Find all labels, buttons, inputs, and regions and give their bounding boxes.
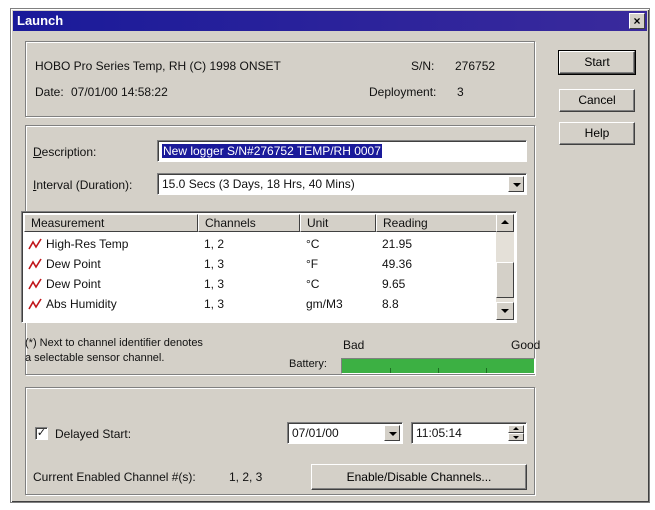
sn-value: 276752 xyxy=(455,59,496,73)
column-channels[interactable]: Channels xyxy=(198,214,300,232)
start-date-value: 07/01/00 xyxy=(292,426,339,440)
scroll-up-icon[interactable] xyxy=(496,214,514,232)
help-button[interactable]: Help xyxy=(559,122,635,145)
interval-select[interactable]: 15.0 Secs (3 Days, 18 Hrs, 40 Mins) xyxy=(157,173,527,195)
date-label: Date: xyxy=(35,85,64,99)
sensor-graph-icon xyxy=(28,278,42,290)
date-value: 07/01/00 14:58:22 xyxy=(71,85,168,99)
logger-model: HOBO Pro Series Temp, RH (C) 1998 ONSET xyxy=(35,59,281,73)
start-time-value: 11:05:14 xyxy=(416,426,462,440)
enabled-channels-value: 1, 2, 3 xyxy=(229,470,263,484)
measurement-channels: 1, 3 xyxy=(204,297,225,311)
enable-disable-channels-label: Enable/Disable Channels... xyxy=(346,470,492,484)
deployment-value: 3 xyxy=(457,85,464,99)
enabled-channels-label: Current Enabled Channel #(s): xyxy=(33,470,196,484)
enable-disable-channels-button[interactable]: Enable/Disable Channels... xyxy=(311,464,527,490)
cancel-button[interactable]: Cancel xyxy=(559,89,635,112)
spin-up-icon[interactable] xyxy=(508,425,524,433)
start-button[interactable]: Start xyxy=(558,50,636,75)
measurement-unit: gm/M3 xyxy=(306,297,343,311)
measurement-reading: 8.8 xyxy=(382,297,399,311)
measurement-channels: 1, 3 xyxy=(204,277,225,291)
measurement-channels: 1, 2 xyxy=(204,237,225,251)
measurement-scrollbar[interactable] xyxy=(496,214,514,320)
measurement-name: High-Res Temp xyxy=(46,237,129,251)
delayed-start-label: Delayed Start: xyxy=(55,427,132,441)
measurement-unit: °C xyxy=(306,277,320,291)
start-date-picker[interactable]: 07/01/00 xyxy=(287,422,403,444)
measurement-unit: °F xyxy=(306,257,319,271)
sensor-graph-icon xyxy=(28,298,42,310)
measurement-unit: °C xyxy=(306,237,320,251)
measurement-name: Dew Point xyxy=(46,257,101,271)
measurement-list-header: Measurement Channels Unit Reading xyxy=(24,214,500,232)
table-row[interactable]: High-Res Temp 1, 2 °C 21.95 xyxy=(24,234,496,254)
column-unit[interactable]: Unit xyxy=(300,214,376,232)
sensor-graph-icon xyxy=(28,258,42,270)
selectable-channel-note-line1: (*) Next to channel identifier denotes xyxy=(25,337,203,349)
battery-good-label: Good xyxy=(511,338,541,352)
measurement-reading: 21.95 xyxy=(382,237,413,251)
table-row[interactable]: Dew Point 1, 3 °C 9.65 xyxy=(24,274,496,294)
column-reading[interactable]: Reading xyxy=(376,214,500,232)
start-time-field[interactable]: 11:05:14 xyxy=(411,422,527,444)
sensor-graph-icon xyxy=(28,238,42,250)
column-measurement[interactable]: Measurement xyxy=(24,214,198,232)
interval-value: 15.0 Secs (3 Days, 18 Hrs, 40 Mins) xyxy=(162,177,355,191)
measurement-name: Abs Humidity xyxy=(46,297,117,311)
launch-dialog: Launch × HOBO Pro Series Temp, RH (C) 19… xyxy=(10,8,650,503)
measurement-name: Dew Point xyxy=(46,277,101,291)
measurement-reading: 49.36 xyxy=(382,257,413,271)
start-button-label: Start xyxy=(584,55,610,69)
deployment-label: Deployment: xyxy=(369,85,437,99)
interval-label: Interval (Duration): xyxy=(33,178,133,192)
sn-label: S/N: xyxy=(411,59,435,73)
scroll-thumb[interactable] xyxy=(496,262,514,298)
description-value: New logger S/N#276752 TEMP/RH 0007 xyxy=(162,144,382,158)
dialog-title: Launch xyxy=(17,13,64,28)
chevron-down-icon[interactable] xyxy=(508,176,524,192)
battery-tick xyxy=(390,368,391,373)
table-row[interactable]: Abs Humidity 1, 3 gm/M3 8.8 xyxy=(24,294,496,314)
battery-level-bar xyxy=(341,358,535,374)
title-bar: Launch × xyxy=(13,11,647,31)
description-label: Description: xyxy=(33,145,97,159)
battery-tick xyxy=(486,368,487,373)
battery-tick xyxy=(438,368,439,373)
time-spinner[interactable] xyxy=(508,425,524,441)
measurement-reading: 9.65 xyxy=(382,277,406,291)
close-icon[interactable]: × xyxy=(629,13,645,29)
calendar-dropdown-icon[interactable] xyxy=(384,425,400,441)
spin-down-icon[interactable] xyxy=(508,433,524,441)
table-row[interactable]: Dew Point 1, 3 °F 49.36 xyxy=(24,254,496,274)
battery-label: Battery: xyxy=(289,358,327,370)
measurement-list[interactable]: Measurement Channels Unit Reading High-R… xyxy=(21,211,517,323)
delayed-start-checkbox[interactable]: ✓ xyxy=(35,427,48,440)
measurement-channels: 1, 3 xyxy=(204,257,225,271)
logger-info-group xyxy=(25,41,535,117)
scroll-down-icon[interactable] xyxy=(496,302,514,320)
description-field[interactable]: New logger S/N#276752 TEMP/RH 0007 xyxy=(157,140,527,162)
battery-bad-label: Bad xyxy=(343,338,365,352)
selectable-channel-note-line2: a selectable sensor channel. xyxy=(25,352,165,364)
